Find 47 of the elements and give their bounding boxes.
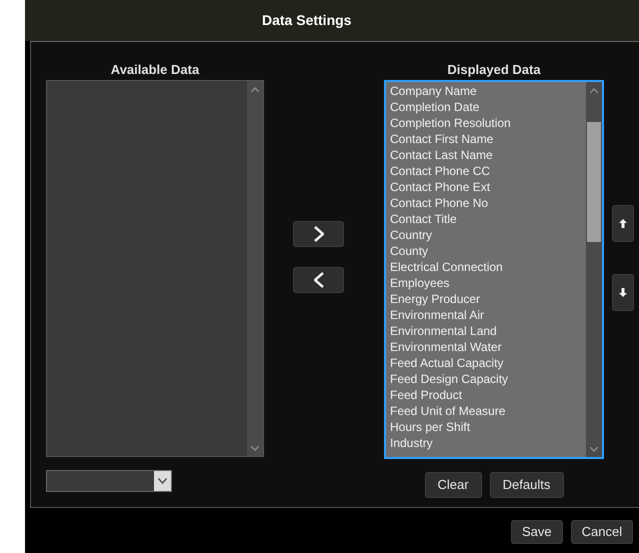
list-item[interactable]: Company Name <box>386 83 586 99</box>
list-item[interactable]: Feed Design Capacity <box>386 371 586 387</box>
chevron-left-icon <box>314 272 324 288</box>
caret-down-icon <box>590 446 598 452</box>
scroll-bar[interactable] <box>586 82 602 457</box>
section-heading: Displayed Data <box>447 61 541 79</box>
list-item[interactable]: Completion Date <box>386 99 586 115</box>
list-item[interactable]: Completion Resolution <box>386 115 586 131</box>
clear-button[interactable]: Clear <box>424 472 482 498</box>
defaults-button[interactable]: Defaults <box>490 472 564 498</box>
caret-up-icon <box>590 88 598 92</box>
scroll-bar[interactable] <box>247 81 263 456</box>
list-item[interactable]: Environmental Land <box>386 323 586 339</box>
caret-down-icon <box>251 446 259 450</box>
list-item[interactable]: Industry <box>386 435 586 451</box>
list-item[interactable]: Electrical Connection <box>386 259 586 275</box>
list-item[interactable]: Energy Producer <box>386 291 586 307</box>
list-item[interactable]: Contact Phone No <box>386 195 586 211</box>
save-button[interactable]: Save <box>511 520 563 544</box>
arrow-down-icon <box>619 288 627 297</box>
caret-up-icon <box>251 86 259 92</box>
move-up-button[interactable] <box>612 205 634 242</box>
arrow-up-icon <box>619 219 627 228</box>
list-item[interactable]: Feed Unit of Measure <box>386 403 586 419</box>
list-item[interactable]: County <box>386 243 586 259</box>
list-item[interactable]: Employees <box>386 275 586 291</box>
add-button[interactable] <box>293 221 344 247</box>
dropdown[interactable] <box>46 470 172 492</box>
list-item[interactable]: Environmental Air <box>386 307 586 323</box>
list-item[interactable]: Hours per Shift <box>386 419 586 435</box>
caret-down-icon <box>158 478 167 484</box>
cancel-button[interactable]: Cancel <box>570 520 634 544</box>
window-title: Data Settings <box>262 11 352 30</box>
displayed-list[interactable] <box>384 80 604 459</box>
list-item[interactable]: Feed Product <box>386 387 586 403</box>
list-item[interactable]: Country <box>386 227 586 243</box>
list-item[interactable]: Contact Last Name <box>386 147 586 163</box>
move-down-button[interactable] <box>612 274 634 311</box>
chevron-right-icon <box>314 226 324 242</box>
list-item[interactable]: Contact Phone CC <box>386 163 586 179</box>
list-item[interactable]: Contact First Name <box>386 131 586 147</box>
section-heading: Available Data <box>110 61 200 79</box>
list-item[interactable]: Environmental Water <box>386 339 586 355</box>
list-item[interactable]: Feed Actual Capacity <box>386 355 586 371</box>
list-item[interactable]: Contact Title <box>386 211 586 227</box>
remove-button[interactable] <box>293 267 344 293</box>
list-item[interactable]: Contact Phone Ext <box>386 179 586 195</box>
